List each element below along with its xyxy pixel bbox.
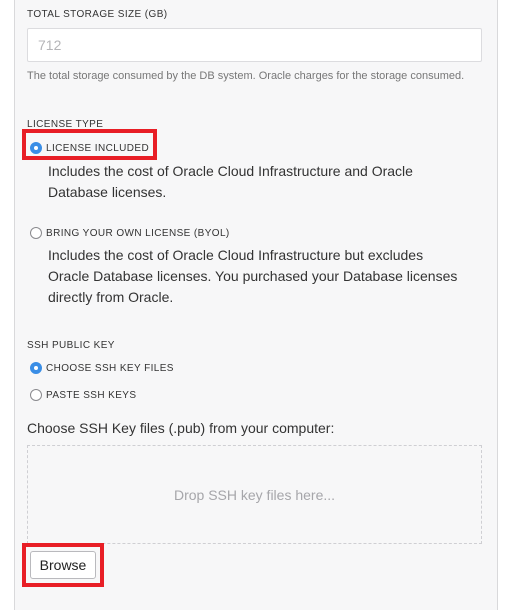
choose-ssh-files-label: CHOOSE SSH KEY FILES: [46, 362, 174, 374]
choose-ssh-files-option[interactable]: CHOOSE SSH KEY FILES: [30, 362, 174, 374]
choose-ssh-files-instruction: Choose SSH Key files (.pub) from your co…: [27, 420, 335, 436]
radio-unchecked-icon[interactable]: [30, 227, 42, 239]
highlight-box-license-included: [22, 129, 157, 160]
storage-help-text: The total storage consumed by the DB sys…: [27, 70, 465, 82]
storage-input[interactable]: [28, 29, 481, 61]
byol-label: BRING YOUR OWN LICENSE (BYOL): [46, 227, 230, 239]
byol-option[interactable]: BRING YOUR OWN LICENSE (BYOL): [30, 227, 230, 239]
byol-description: Includes the cost of Oracle Cloud Infras…: [48, 247, 458, 305]
paste-ssh-keys-option[interactable]: PASTE SSH KEYS: [30, 389, 136, 401]
highlight-box-browse: [22, 543, 104, 587]
ssh-key-label: SSH PUBLIC KEY: [27, 340, 115, 351]
storage-label: TOTAL STORAGE SIZE (GB): [27, 9, 168, 20]
radio-checked-icon[interactable]: [30, 362, 42, 374]
dropzone-text: Drop SSH key files here...: [173, 486, 336, 503]
license-included-description: Includes the cost of Oracle Cloud Infras…: [48, 163, 413, 200]
paste-ssh-keys-label: PASTE SSH KEYS: [46, 389, 137, 401]
ssh-key-dropzone[interactable]: Drop SSH key files here...: [27, 445, 482, 544]
storage-field-box[interactable]: [27, 28, 482, 62]
radio-unchecked-icon[interactable]: [30, 389, 42, 401]
